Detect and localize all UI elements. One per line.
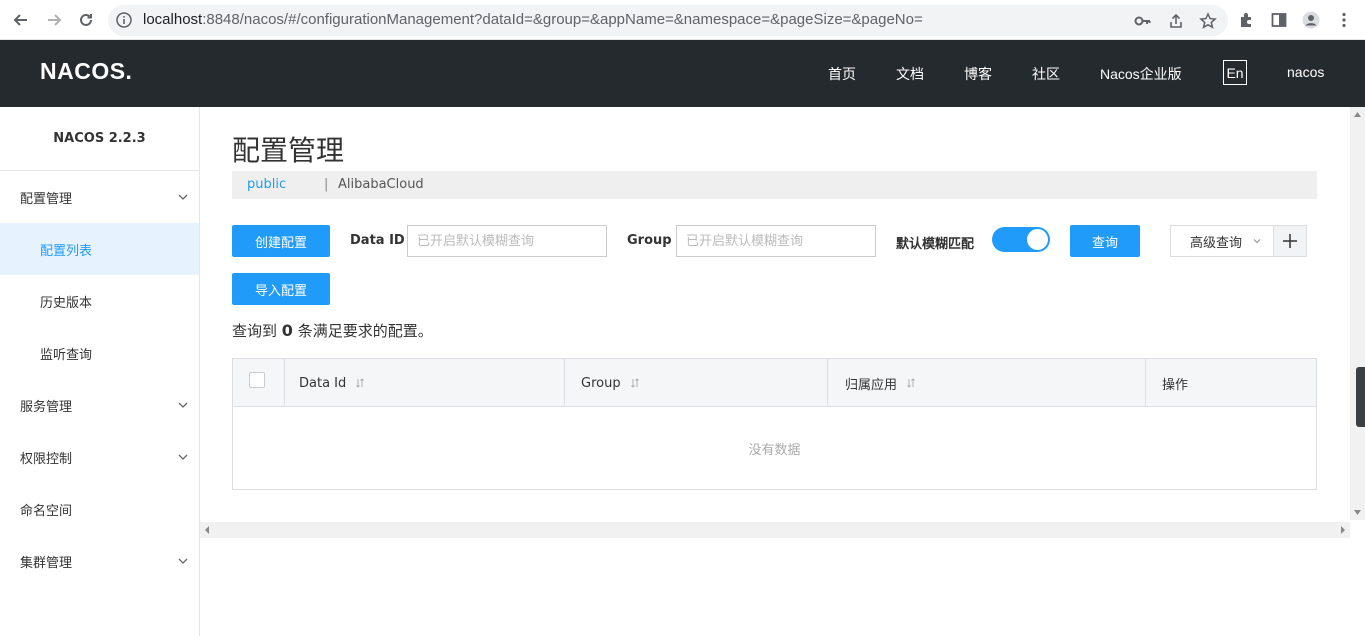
chevron-down-icon xyxy=(1253,239,1261,244)
browser-toolbar: localhost:8848/nacos/#/configurationMana… xyxy=(0,0,1365,40)
page-title: 配置管理 xyxy=(232,134,345,167)
namespace-bar: public | AlibabaCloud xyxy=(232,171,1317,199)
advanced-query-select[interactable]: 高级查询 xyxy=(1170,225,1274,257)
namespace-alibabacloud[interactable]: AlibabaCloud xyxy=(338,177,424,192)
select-all-cell xyxy=(233,359,285,407)
fuzzy-match-toggle[interactable] xyxy=(992,227,1050,252)
sort-icon[interactable] xyxy=(356,378,365,388)
chevron-down-icon xyxy=(178,558,188,564)
chevron-down-icon xyxy=(178,402,188,408)
empty-state: 没有数据 xyxy=(748,442,801,458)
sidebar-item-cluster-management[interactable]: 集群管理 xyxy=(0,535,199,587)
scroll-left-icon[interactable] xyxy=(204,526,210,534)
nav-blog[interactable]: 博客 xyxy=(964,64,992,84)
scroll-down-icon[interactable] xyxy=(1354,509,1361,516)
column-header-group[interactable]: Group xyxy=(565,359,828,407)
column-header-actions: 操作 xyxy=(1162,377,1189,393)
sidebar-item-access-control[interactable]: 权限控制 xyxy=(0,431,199,483)
sidebar: NACOS 2.2.3 配置管理 配置列表 历史版本 监听查询 服务管理 权限控… xyxy=(0,107,200,636)
info-icon[interactable] xyxy=(116,12,132,28)
column-header-app[interactable]: 归属应用 xyxy=(828,359,1146,407)
sort-icon[interactable] xyxy=(630,378,639,388)
column-header-dataid[interactable]: Data Id xyxy=(285,359,565,407)
chevron-down-icon xyxy=(178,454,188,460)
vertical-scrollbar[interactable] xyxy=(1350,107,1365,520)
nacos-logo[interactable]: NACOS. xyxy=(40,58,132,88)
profile-icon[interactable] xyxy=(1302,11,1320,29)
sidepanel-icon[interactable] xyxy=(1270,11,1288,29)
add-icon[interactable] xyxy=(1273,225,1307,257)
import-config-button[interactable]: 导入配置 xyxy=(232,273,330,305)
sidebar-item-config-list[interactable]: 配置列表 xyxy=(0,223,199,275)
scroll-right-icon[interactable] xyxy=(1340,526,1346,534)
sort-icon[interactable] xyxy=(907,378,915,388)
select-all-checkbox[interactable] xyxy=(249,372,265,388)
sidebar-item-config-management[interactable]: 配置管理 xyxy=(0,171,199,223)
table-header: Data Id Group 归属应用 操作 xyxy=(233,359,1316,407)
nav-home[interactable]: 首页 xyxy=(828,64,856,84)
dataid-input[interactable] xyxy=(407,225,607,257)
horizontal-scrollbar[interactable] xyxy=(200,522,1350,538)
nav-enterprise[interactable]: Nacos企业版 xyxy=(1100,64,1182,84)
main-content: 配置管理 public | AlibabaCloud 创建配置 Data ID … xyxy=(200,107,1350,636)
result-summary: 查询到 0 条满足要求的配置。 xyxy=(232,321,433,340)
star-icon[interactable] xyxy=(1199,12,1217,30)
forward-icon[interactable] xyxy=(41,7,67,33)
user-menu[interactable]: nacos xyxy=(1287,64,1324,80)
group-input[interactable] xyxy=(676,225,876,257)
nav-community[interactable]: 社区 xyxy=(1032,64,1060,84)
create-config-button[interactable]: 创建配置 xyxy=(232,225,330,257)
share-icon[interactable] xyxy=(1167,12,1185,30)
extensions-icon[interactable] xyxy=(1238,11,1256,29)
result-count: 0 xyxy=(281,321,293,340)
dataid-label: Data ID xyxy=(350,233,405,248)
language-toggle[interactable]: En xyxy=(1223,60,1247,85)
toggle-knob xyxy=(1027,229,1048,250)
key-icon[interactable] xyxy=(1134,12,1152,30)
scroll-up-icon[interactable] xyxy=(1354,111,1361,118)
config-table: Data Id Group 归属应用 操作 没有数据 xyxy=(232,358,1317,490)
url-text: localhost:8848/nacos/#/configurationMana… xyxy=(143,11,923,28)
sidebar-item-namespace[interactable]: 命名空间 xyxy=(0,483,199,535)
menu-dots-icon[interactable] xyxy=(1335,11,1353,29)
namespace-public[interactable]: public xyxy=(247,177,286,192)
query-button[interactable]: 查询 xyxy=(1070,225,1140,257)
namespace-separator: | xyxy=(324,177,329,192)
sidebar-item-service-management[interactable]: 服务管理 xyxy=(0,379,199,431)
chevron-down-icon xyxy=(178,194,188,200)
reload-icon[interactable] xyxy=(73,7,99,33)
sidebar-item-history[interactable]: 历史版本 xyxy=(0,275,199,327)
top-header: NACOS. 首页 文档 博客 社区 Nacos企业版 nacos xyxy=(0,40,1365,107)
group-label: Group xyxy=(627,233,672,248)
fuzzy-match-label: 默认模糊匹配 xyxy=(896,237,975,252)
sidebar-item-listener-query[interactable]: 监听查询 xyxy=(0,327,199,379)
version-label: NACOS 2.2.3 xyxy=(0,107,199,171)
nav-docs[interactable]: 文档 xyxy=(896,64,924,84)
address-bar[interactable]: localhost:8848/nacos/#/configurationMana… xyxy=(108,5,1228,36)
side-widget-handle[interactable] xyxy=(1356,367,1365,427)
advanced-query-label: 高级查询 xyxy=(1190,235,1243,251)
back-icon[interactable] xyxy=(8,7,34,33)
